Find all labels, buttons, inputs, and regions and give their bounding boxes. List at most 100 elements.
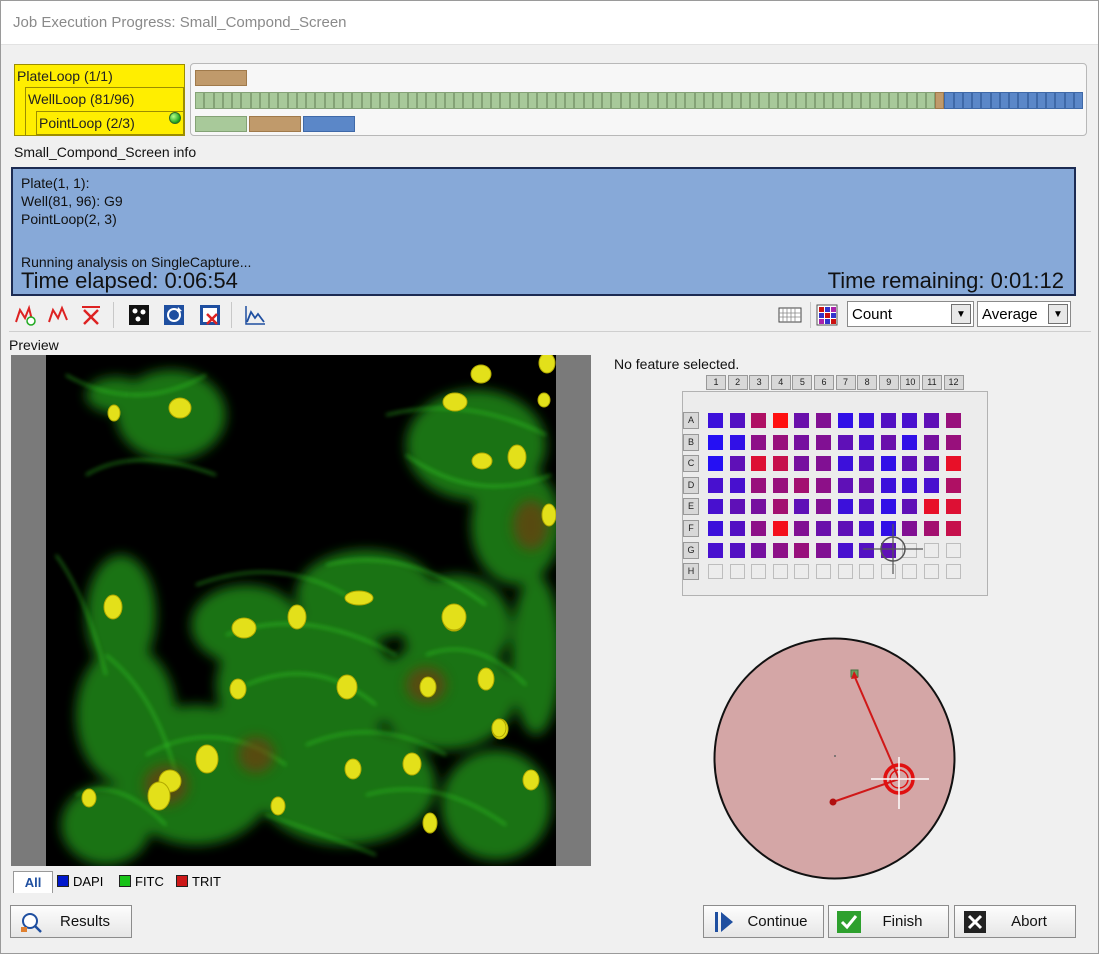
- plate-well[interactable]: [751, 564, 767, 580]
- plate-well[interactable]: [880, 413, 896, 428]
- plate-well[interactable]: [772, 413, 788, 428]
- plate-well[interactable]: [794, 434, 810, 450]
- plate-well[interactable]: [729, 413, 745, 428]
- plate-well[interactable]: [880, 434, 896, 450]
- plate-well[interactable]: [794, 564, 810, 580]
- plate-well[interactable]: [772, 456, 788, 472]
- plate-well[interactable]: [924, 542, 939, 558]
- heatmap-icon[interactable]: [815, 303, 839, 327]
- plate-well[interactable]: [837, 542, 853, 558]
- plate-well[interactable]: [837, 564, 853, 580]
- chevron-down-icon[interactable]: ▼: [951, 304, 971, 324]
- plate-well[interactable]: [751, 499, 767, 515]
- plate-well[interactable]: [859, 413, 875, 428]
- plate-well[interactable]: [945, 456, 961, 472]
- plate-well[interactable]: [729, 564, 745, 580]
- plate-well[interactable]: [837, 521, 853, 536]
- well-position-map[interactable]: [713, 637, 956, 880]
- plate-well[interactable]: [794, 542, 810, 558]
- plate-well[interactable]: [902, 434, 918, 450]
- plate-well[interactable]: [924, 413, 939, 428]
- plate-well[interactable]: [945, 434, 961, 450]
- plate-well[interactable]: [708, 521, 723, 536]
- plate-well[interactable]: [924, 434, 939, 450]
- tab-fitc[interactable]: FITC: [119, 871, 177, 893]
- continue-button[interactable]: Continue: [703, 905, 824, 938]
- metric-select[interactable]: Count ▼: [847, 301, 974, 327]
- plate-well[interactable]: [945, 564, 961, 580]
- plate-well[interactable]: [772, 434, 788, 450]
- plate-well[interactable]: [708, 564, 723, 580]
- plate-well[interactable]: [859, 499, 875, 515]
- plate-well[interactable]: [924, 521, 939, 536]
- plate-well[interactable]: [902, 477, 918, 493]
- plate-well[interactable]: [772, 521, 788, 536]
- plate-well[interactable]: [859, 477, 875, 493]
- plate-well[interactable]: [794, 521, 810, 536]
- plate-well[interactable]: [729, 434, 745, 450]
- plate-well[interactable]: [837, 477, 853, 493]
- dots-icon[interactable]: [127, 303, 151, 327]
- plate-well[interactable]: [708, 456, 723, 472]
- histogram-icon[interactable]: [243, 303, 267, 327]
- plate-well[interactable]: [816, 413, 831, 428]
- plate-well[interactable]: [880, 477, 896, 493]
- plate-well[interactable]: [708, 434, 723, 450]
- plate-well[interactable]: [772, 542, 788, 558]
- plate-well[interactable]: [902, 499, 918, 515]
- graph-remove-icon[interactable]: [79, 303, 103, 327]
- plate-well[interactable]: [816, 542, 831, 558]
- preview-image[interactable]: [11, 355, 591, 866]
- aggregate-select[interactable]: Average ▼: [977, 301, 1071, 327]
- plate-well[interactable]: [794, 456, 810, 472]
- chevron-down-icon[interactable]: ▼: [1048, 304, 1068, 324]
- plate-well[interactable]: [794, 413, 810, 428]
- plate-well[interactable]: [837, 456, 853, 472]
- plate-well[interactable]: [729, 477, 745, 493]
- plate-well[interactable]: [751, 542, 767, 558]
- plate-well[interactable]: [751, 477, 767, 493]
- plate-well[interactable]: [924, 499, 939, 515]
- plate-well[interactable]: [708, 499, 723, 515]
- plate-well[interactable]: [729, 521, 745, 536]
- plate-well[interactable]: [772, 499, 788, 515]
- plate-well[interactable]: [837, 434, 853, 450]
- plate-well[interactable]: [772, 477, 788, 493]
- plate-well[interactable]: [751, 456, 767, 472]
- plate-well[interactable]: [880, 456, 896, 472]
- graph-add-icon[interactable]: [13, 303, 37, 327]
- plate-well[interactable]: [729, 542, 745, 558]
- plate-well[interactable]: [945, 477, 961, 493]
- abort-button[interactable]: Abort: [954, 905, 1076, 938]
- finish-button[interactable]: Finish: [828, 905, 949, 938]
- grid-view-icon[interactable]: [778, 303, 802, 327]
- plate-well[interactable]: [924, 564, 939, 580]
- plate-well[interactable]: [794, 477, 810, 493]
- plate-well[interactable]: [708, 542, 723, 558]
- graph-icon[interactable]: [46, 303, 70, 327]
- plate-well[interactable]: [816, 477, 831, 493]
- refresh-icon[interactable]: [162, 303, 186, 327]
- plate-well[interactable]: [924, 456, 939, 472]
- tab-all[interactable]: All: [13, 871, 53, 893]
- tab-trit[interactable]: TRIT: [176, 871, 231, 893]
- plate-well[interactable]: [880, 499, 896, 515]
- plate-heatmap[interactable]: ABCDEFGH: [682, 391, 988, 596]
- plate-well[interactable]: [945, 499, 961, 515]
- plate-well[interactable]: [859, 434, 875, 450]
- tab-dapi[interactable]: DAPI: [57, 871, 117, 893]
- plate-well[interactable]: [924, 477, 939, 493]
- plate-well[interactable]: [729, 499, 745, 515]
- plate-well[interactable]: [945, 413, 961, 428]
- plate-well[interactable]: [859, 456, 875, 472]
- plate-well[interactable]: [708, 413, 723, 428]
- plate-well[interactable]: [751, 521, 767, 536]
- plate-well[interactable]: [945, 542, 961, 558]
- plate-well[interactable]: [816, 434, 831, 450]
- plate-well[interactable]: [945, 521, 961, 536]
- plate-well[interactable]: [708, 477, 723, 493]
- plate-well[interactable]: [837, 413, 853, 428]
- plate-well[interactable]: [902, 456, 918, 472]
- plate-well[interactable]: [902, 413, 918, 428]
- plate-well[interactable]: [751, 413, 767, 428]
